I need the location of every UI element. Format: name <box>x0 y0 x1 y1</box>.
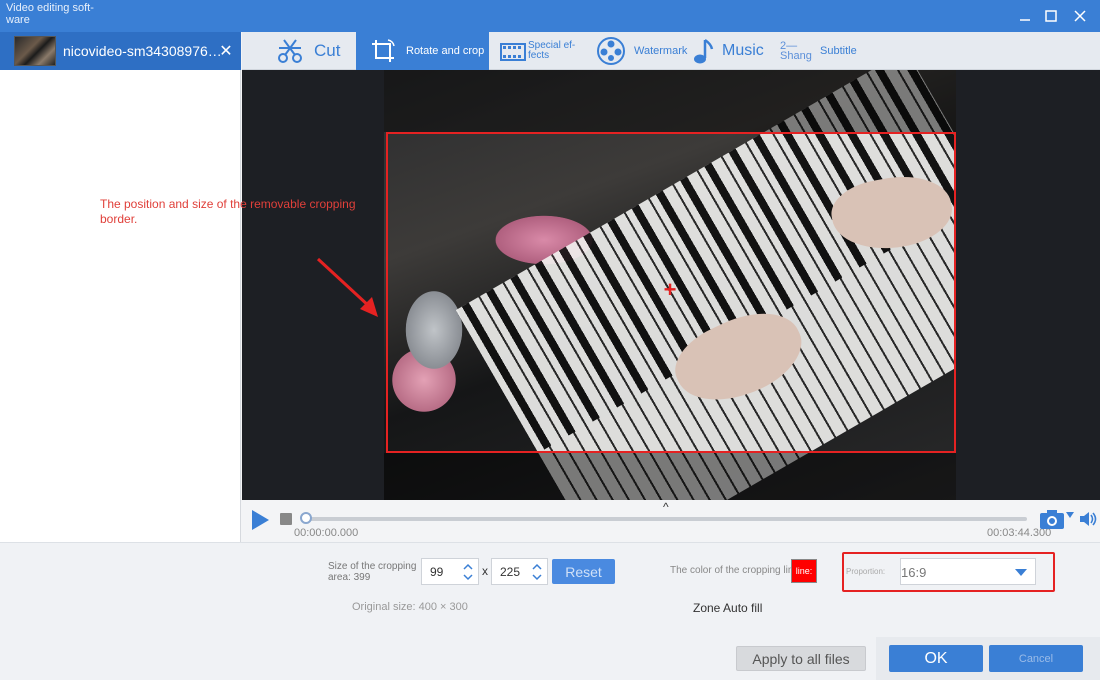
file-list-item[interactable]: nicovideo-sm34308976_9... ✕ <box>0 32 241 70</box>
maximize-icon <box>1045 10 1057 22</box>
crop-height-field[interactable]: 225 <box>491 558 548 585</box>
annotation-arrow-icon <box>316 257 378 317</box>
tab-rotate-crop[interactable]: Rotate and crop <box>356 32 489 70</box>
close-icon <box>1074 10 1086 22</box>
ok-button[interactable]: OK <box>889 645 983 672</box>
stepper-arrows-icon[interactable] <box>462 561 474 583</box>
file-list: nicovideo-sm34308976_9... ✕ <box>0 32 241 542</box>
tab-music[interactable]: Music <box>692 32 764 70</box>
tab-watermark[interactable]: Watermark <box>596 32 687 70</box>
crop-size-label: Size of the cropping area: 399 <box>328 561 417 583</box>
crop-width-value: 99 <box>430 564 444 579</box>
apply-to-all-button[interactable]: Apply to all files <box>736 646 866 671</box>
crop-mask-top <box>384 70 956 132</box>
zone-auto-fill-label[interactable]: Zone Auto fill <box>693 601 762 615</box>
stepper-arrows-icon[interactable] <box>531 561 543 583</box>
stop-button[interactable] <box>280 513 292 525</box>
timeline-track[interactable] <box>302 517 1027 521</box>
camera-icon[interactable] <box>1039 508 1065 530</box>
app-title: Video editing soft-ware <box>6 2 94 26</box>
tab-label: Cut <box>314 41 341 60</box>
video-thumbnail <box>14 36 56 66</box>
tab-cut[interactable]: Cut <box>276 32 340 70</box>
player-controls: ^ 00:00:00.000 00:03:44.300 <box>242 500 1100 542</box>
collapse-caret-icon[interactable]: ^ <box>663 500 669 514</box>
remove-file-button[interactable]: ✕ <box>217 41 235 61</box>
title-bar: Video editing soft-ware <box>0 0 1100 32</box>
volume-icon[interactable] <box>1078 509 1098 529</box>
cancel-button[interactable]: Cancel <box>989 645 1083 672</box>
play-icon[interactable] <box>250 509 270 531</box>
file-name: nicovideo-sm34308976_9... <box>63 43 223 59</box>
subtitle-icon: 2— Shang <box>780 40 812 62</box>
close-window-button[interactable] <box>1068 4 1092 28</box>
tab-label: Rotate and crop <box>406 45 485 57</box>
proportion-value: 16:9 <box>901 565 927 580</box>
crop-annotation: The position and size of the removable c… <box>100 197 356 226</box>
times-sign: x <box>482 564 488 578</box>
music-note-icon <box>694 38 714 64</box>
line-color-label: The color of the cropping line: <box>670 565 802 576</box>
proportion-select[interactable]: 16:9 <box>900 558 1036 585</box>
chevron-down-icon <box>1015 569 1027 576</box>
snapshot-dropdown-icon[interactable] <box>1066 512 1074 518</box>
scissors-icon <box>278 39 302 63</box>
minimize-icon <box>1020 19 1030 21</box>
crop-height-value: 225 <box>500 564 521 579</box>
timeline-knob[interactable] <box>300 512 312 524</box>
tab-subtitle[interactable]: 2— Shang Subtitle <box>780 32 857 70</box>
maximize-button[interactable] <box>1039 4 1063 28</box>
crop-icon <box>372 39 395 62</box>
tab-special-effects[interactable]: Special ef-fects <box>500 32 578 70</box>
tab-label: Special ef-fects <box>528 40 576 61</box>
tab-label: Music <box>722 42 764 59</box>
edit-toolbar: Cut Rotate and crop Special ef-fects Wat… <box>242 32 1100 70</box>
watermark-icon <box>597 37 625 65</box>
current-time: 00:00:00.000 <box>294 527 359 539</box>
reset-button[interactable]: Reset <box>552 559 615 584</box>
tab-label: Subtitle <box>820 45 857 57</box>
crop-width-field[interactable]: 99 <box>421 558 479 585</box>
crop-settings-panel: Size of the cropping area: 399 99 x 225 … <box>0 542 1100 680</box>
original-size: Original size: 400 × 300 <box>352 601 468 613</box>
minimize-button[interactable] <box>1013 4 1037 28</box>
crop-center-marker[interactable]: + <box>662 279 678 301</box>
line-color-swatch[interactable]: line: <box>791 559 817 583</box>
tab-label: Watermark <box>634 45 688 57</box>
crop-mask-bottom <box>384 453 956 500</box>
film-effects-icon <box>500 43 526 61</box>
proportion-label: Proportion: <box>846 567 886 576</box>
